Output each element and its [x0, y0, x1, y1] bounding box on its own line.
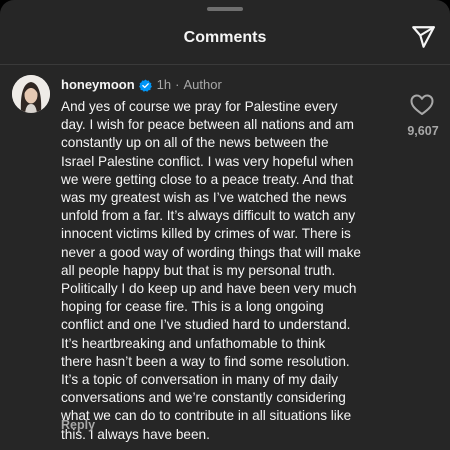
comment-line: conversations and we’re constantly consi… — [61, 390, 346, 406]
avatar-image — [12, 75, 50, 113]
username[interactable]: honeymoon — [61, 76, 135, 94]
comments-sheet: Comments honeymoon 1h · Author And yes o… — [0, 0, 450, 450]
comment-line: day. I wish for peace between all nation… — [61, 117, 354, 133]
header-divider — [0, 64, 450, 65]
avatar[interactable] — [12, 75, 50, 113]
comment-line: never a good way of wording things that … — [61, 244, 361, 260]
comment-meta: honeymoon 1h · Author — [61, 76, 391, 94]
author-label: Author — [183, 77, 222, 92]
comment-line: all people happy but that is my personal… — [61, 262, 336, 278]
comment-line: there hasn’t been a way to find some res… — [61, 353, 350, 369]
comment-line: Israel Palestine conflict. I was very ho… — [61, 153, 354, 169]
comment-line: And yes of course we pray for Palestine … — [61, 99, 338, 114]
comment-line: It’s heartbreaking and unfathomable to t… — [61, 335, 326, 351]
comment-line: unfold from a far. It’s always difficult… — [61, 208, 356, 224]
comment-text: And yes of course we pray for Palestine … — [61, 98, 391, 444]
meta-separator: · — [175, 77, 180, 92]
comments-header: Comments — [0, 24, 450, 52]
comment-line: It’s a topic of conversation in many of … — [61, 372, 339, 388]
comment-line: innocent victims killed by crimes of war… — [61, 226, 351, 242]
comment-line: conflict and one I’ve studied hard to un… — [61, 317, 351, 333]
comment-time: 1h — [156, 77, 172, 92]
comment-line: this. I always have been. — [61, 426, 210, 442]
comment: honeymoon 1h · Author And yes of course … — [61, 76, 391, 444]
comment-line: was my greatest wish as I’ve watched the… — [61, 190, 347, 206]
comment-line: hoping for cease fire. This is a long on… — [61, 299, 324, 315]
paper-plane-icon[interactable] — [410, 24, 436, 50]
comment-line: constantly up on all of the news between… — [61, 135, 329, 151]
heart-outline-icon[interactable] — [410, 94, 434, 116]
like-count: 9,607 — [407, 124, 439, 138]
drag-handle[interactable] — [207, 7, 243, 11]
comment-line: we were getting close to a peace treaty.… — [61, 171, 354, 187]
reply-button[interactable]: Reply — [61, 418, 95, 432]
verified-badge-icon — [138, 79, 152, 92]
page-title: Comments — [183, 29, 267, 46]
comment-line: Politically I do keep up and have been v… — [61, 281, 357, 297]
comment-line: what we can do to contribute in all situ… — [61, 408, 352, 424]
